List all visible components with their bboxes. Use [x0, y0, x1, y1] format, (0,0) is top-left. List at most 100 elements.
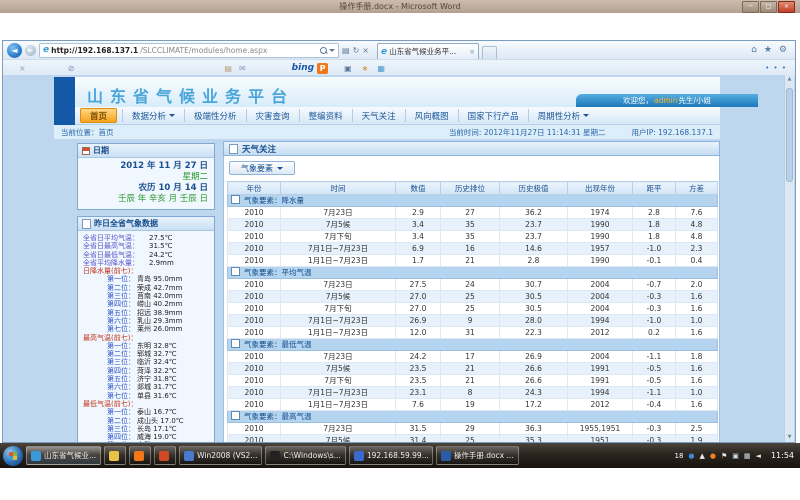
cell: 36.2	[500, 207, 568, 219]
rank-position: 第二位：	[83, 417, 137, 425]
cell: 27.5	[396, 279, 441, 291]
taskbar-explorer[interactable]	[104, 446, 126, 465]
taskbar-clock[interactable]: 11:54	[771, 451, 794, 460]
weather-panel: 昨日全省气象数据 全省日平均气温：27.5℃全省日最高气温：31.5℃全省日最低…	[77, 216, 215, 442]
checkbox[interactable]	[231, 411, 240, 420]
group-row[interactable]: 气象要素：最低气温	[228, 339, 718, 351]
tab-close-icon[interactable]: ×	[469, 48, 475, 56]
rank-position: 第三位：	[83, 358, 137, 366]
refresh-icon[interactable]: ↻	[353, 46, 360, 55]
scroll-down-icon[interactable]: ▼	[785, 433, 794, 442]
maximize-button[interactable]: □	[760, 1, 777, 13]
nav-item-1[interactable]: 数据分析	[122, 109, 184, 122]
cell: -0.3	[633, 423, 676, 435]
cell: 1957	[568, 243, 633, 255]
bing-logo[interactable]: bing	[292, 63, 314, 73]
group-row[interactable]: 气象要素：降水量	[228, 195, 718, 207]
cell: 1951	[568, 435, 633, 443]
forward-button[interactable]: ►	[25, 45, 36, 56]
vertical-scrollbar[interactable]: ▲ ▼	[784, 75, 794, 442]
paw-icon[interactable]: ∗	[362, 64, 369, 73]
bing-app-icon[interactable]: P	[317, 63, 328, 74]
taskbar-ie-icon	[31, 451, 41, 461]
checkbox[interactable]	[231, 339, 240, 348]
close-button[interactable]: ×	[778, 1, 795, 13]
nav-item-2[interactable]: 极端性分析	[184, 109, 246, 122]
table-row: 20107月5候31.42535.31951-0.31.9	[228, 435, 718, 443]
nav-item-4[interactable]: 整编资料	[299, 109, 352, 122]
new-tab-button[interactable]	[482, 46, 497, 59]
rank-position: 第一位：	[83, 408, 137, 416]
back-button[interactable]: ◄	[7, 43, 22, 58]
cell: 23.7	[500, 219, 568, 231]
checkbox[interactable]	[231, 267, 240, 276]
browser-tab[interactable]: e 山东省气候业务平... ×	[377, 43, 479, 59]
messenger-icon[interactable]: ●	[688, 452, 694, 460]
rank-value: 泰山 16.7℃	[137, 408, 177, 416]
taskbar-app-orange[interactable]	[129, 446, 151, 465]
taskbar-media[interactable]	[154, 446, 176, 465]
network-icon[interactable]: ▦	[744, 452, 751, 460]
background-window-titlebar[interactable]: 操作手册.docx - Microsoft Word ─□×	[0, 0, 800, 13]
cell: 35	[441, 219, 500, 231]
welcome-bar: 欢迎您， admin 先生/小姐	[576, 94, 758, 107]
main-content: 天气关注 气象要素 年份时间数值历史排位历史极值出现年份距平方差 气象要素：降水…	[223, 141, 720, 442]
stamp-icon[interactable]: ▤	[224, 64, 232, 73]
camera-icon[interactable]: ▣	[344, 64, 352, 73]
blocked-icon[interactable]: ⊘	[68, 64, 75, 73]
taskbar-cmd[interactable]: C:\Windows\s...	[265, 446, 345, 465]
address-bar[interactable]: e http://192.168.137.1 /SLCCLIMATE/modul…	[39, 43, 339, 58]
group-row[interactable]: 气象要素：平均气温	[228, 267, 718, 279]
taskbar-win2008[interactable]: Win2008 (VS2...	[179, 446, 262, 465]
cell: 24.3	[500, 387, 568, 399]
chevron-down-icon	[169, 114, 175, 117]
scrollbar-thumb[interactable]	[786, 88, 793, 182]
search-icon[interactable]	[320, 47, 327, 54]
minimize-button[interactable]: ─	[742, 1, 759, 13]
nav-item-3[interactable]: 灾害查询	[246, 109, 299, 122]
favorites-icon[interactable]: ★	[764, 45, 772, 55]
cell: -0.5	[633, 375, 676, 387]
element-filter-button[interactable]: 气象要素	[229, 161, 295, 175]
gallery-icon[interactable]: ▦	[377, 64, 385, 73]
checkbox[interactable]	[231, 195, 240, 204]
mail-icon[interactable]: ✉	[239, 64, 246, 73]
cell: -1.1	[633, 387, 676, 399]
fox-icon[interactable]: ●	[710, 452, 716, 460]
ime-badge[interactable]: 18	[674, 452, 683, 460]
start-button[interactable]	[3, 446, 23, 466]
chevron-down-icon[interactable]	[329, 49, 335, 52]
nav-item-label: 极端性分析	[194, 110, 237, 122]
group-title: 气象要素：降水量	[244, 196, 304, 205]
column-header: 出现年份	[568, 182, 633, 195]
nav-item-label: 数据分析	[132, 110, 166, 122]
nav-item-5[interactable]: 天气关注	[352, 109, 405, 122]
nav-item-8[interactable]: 周期性分析	[528, 109, 599, 122]
more-icon[interactable]: • • •	[765, 64, 787, 72]
nav-item-0[interactable]: 首页	[80, 108, 117, 123]
volume-icon[interactable]: ◄	[756, 452, 761, 460]
home-icon[interactable]: ⌂	[751, 45, 757, 55]
compatibility-icon[interactable]: ▤	[342, 46, 350, 55]
flag-icon[interactable]: ⚑	[721, 452, 727, 460]
close-x-icon[interactable]: ×	[19, 64, 26, 73]
nav-item-7[interactable]: 国家下行产品	[458, 109, 528, 122]
cell: 7月下旬	[281, 231, 396, 243]
rank-value: 招远 38.9mm	[137, 309, 182, 317]
taskbar-remote[interactable]: 192.168.59.99...	[349, 446, 433, 465]
stop-icon[interactable]: ×	[362, 46, 369, 55]
table-row: 20107月23日2.92736.219742.87.6	[228, 207, 718, 219]
show-hidden-icon[interactable]: ▲	[700, 452, 705, 460]
nav-item-6[interactable]: 风向概图	[405, 109, 458, 122]
table-row: 20107月下旬27.02530.52004-0.31.6	[228, 303, 718, 315]
display-icon[interactable]: ▣	[732, 452, 739, 460]
taskbar-ie[interactable]: 山东省气候业...	[26, 446, 101, 465]
taskbar-word[interactable]: 操作手册.docx ...	[436, 446, 519, 465]
rank-row: 第一位：泰山 16.7℃	[83, 408, 211, 416]
cell: 17.2	[500, 399, 568, 411]
group-row[interactable]: 气象要素：最高气温	[228, 411, 718, 423]
scroll-up-icon[interactable]: ▲	[785, 75, 794, 84]
table-row: 20107月23日24.21726.92004-1.11.8	[228, 351, 718, 363]
cell: -0.1	[633, 255, 676, 267]
tools-icon[interactable]: ⚙	[779, 45, 787, 55]
